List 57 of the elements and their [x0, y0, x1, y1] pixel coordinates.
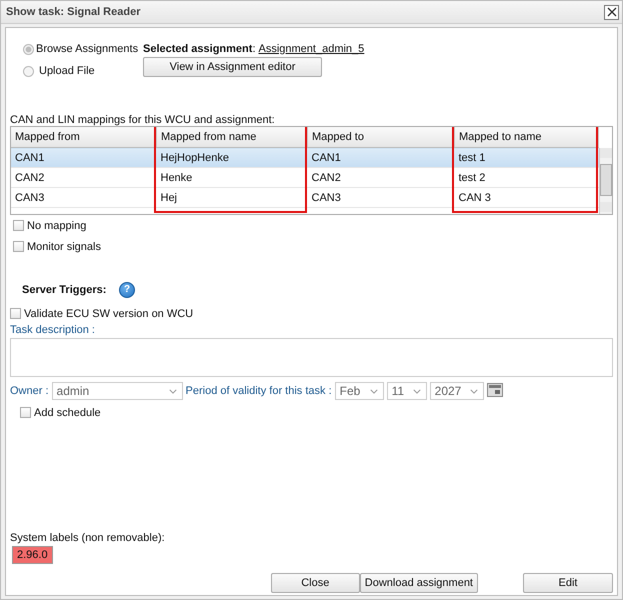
caret-icon	[168, 388, 177, 394]
table-cell: test 1	[454, 148, 598, 168]
table-cell: Henke	[156, 168, 308, 188]
caret-icon	[370, 388, 378, 394]
table-cell: CAN 3	[454, 188, 598, 208]
caret-icon	[412, 388, 421, 394]
version-tag: 2.96.0	[12, 546, 53, 564]
calendar-icon[interactable]	[486, 382, 503, 400]
table-cell: CAN2	[11, 168, 156, 188]
table-cell: CAN3	[308, 188, 454, 208]
close-icon[interactable]	[604, 4, 619, 20]
radio-label: Browse Assignments	[36, 43, 138, 55]
table-cell: CAN3	[11, 188, 156, 208]
field-label: Owner :	[10, 385, 49, 397]
dialog-button[interactable]: Close	[270, 573, 360, 593]
checkbox[interactable]	[20, 407, 31, 418]
column-header[interactable]: Mapped from	[11, 127, 156, 148]
day-dropdown[interactable]: 11	[386, 382, 427, 400]
window-title: Show task: Signal Reader	[6, 6, 140, 18]
caret-icon	[470, 388, 478, 394]
scrollbar[interactable]	[599, 148, 612, 214]
checkbox[interactable]	[13, 220, 24, 231]
column-header[interactable]: Mapped to	[308, 127, 454, 148]
table-cell: HejHopHenke	[156, 148, 308, 168]
table-cell: CAN2	[308, 168, 454, 188]
table-row[interactable]: CAN1 HejHopHenke CAN1 test 1	[11, 148, 598, 168]
radio-button[interactable]	[23, 44, 34, 54]
checkbox[interactable]	[13, 241, 24, 252]
month-dropdown[interactable]: Feb	[334, 382, 384, 400]
table-cell: Hej	[156, 188, 308, 208]
table-row[interactable]: CAN2 Henke CAN2 test 2	[11, 168, 598, 188]
view-assignment-button[interactable]: View in Assignment editor	[143, 57, 322, 77]
table-cell: test 2	[454, 168, 598, 188]
table-caption: CAN and LIN mappings for this WCU and assignment:	[10, 114, 276, 126]
table-row[interactable]: CAN3 Hej CAN3 CAN 3	[11, 188, 598, 208]
selected-assignment-label: Selected assignment:	[143, 43, 256, 55]
table-cell: CAN1	[308, 148, 454, 168]
dialog-button[interactable]: Download assignment	[360, 573, 478, 593]
task-description-field[interactable]	[10, 338, 613, 377]
section-title: Server Triggers:	[22, 284, 108, 296]
checkbox-label: Monitor signals	[27, 240, 101, 252]
checkbox[interactable]	[10, 308, 21, 319]
year-dropdown[interactable]: 2027	[430, 382, 484, 400]
dialog-button[interactable]: Edit	[523, 573, 613, 593]
radio-button[interactable]	[23, 66, 34, 76]
table-cell: CAN1	[11, 148, 156, 168]
assignment-link[interactable]: Assignment_admin_5	[258, 43, 364, 55]
checkbox-label: Add schedule	[34, 406, 101, 418]
checkbox-label: Validate ECU SW version on WCU	[24, 308, 194, 320]
field-label: System labels (non removable):	[10, 532, 166, 544]
field-label: Period of validity for this task :	[186, 385, 332, 397]
radio-label: Upload File	[39, 65, 95, 77]
column-header[interactable]: Mapped from name	[156, 127, 308, 148]
field-label: Task description :	[10, 324, 96, 336]
owner-dropdown[interactable]: admin	[52, 382, 183, 400]
checkbox-label: No mapping	[27, 220, 86, 232]
column-header[interactable]: Mapped to name	[454, 127, 598, 148]
